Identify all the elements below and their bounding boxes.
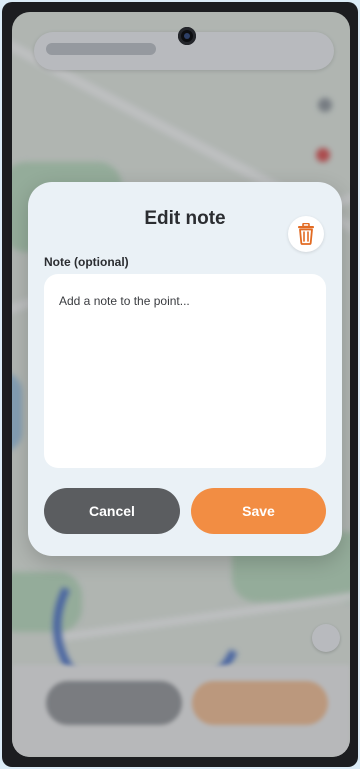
cancel-button-label: Cancel: [89, 503, 135, 519]
note-field-label: Note (optional): [44, 255, 129, 269]
note-textarea[interactable]: Add a note to the point...: [44, 274, 326, 468]
trash-icon: [298, 223, 314, 245]
save-button[interactable]: Save: [191, 488, 326, 534]
front-camera: [178, 27, 196, 45]
delete-note-button[interactable]: [288, 216, 324, 252]
note-placeholder: Add a note to the point...: [59, 294, 190, 308]
edit-note-dialog: Edit note Note (optional) Add a note to …: [28, 182, 342, 556]
page: Edit note Note (optional) Add a note to …: [0, 0, 360, 769]
cancel-button[interactable]: Cancel: [44, 488, 180, 534]
save-button-label: Save: [242, 503, 275, 519]
